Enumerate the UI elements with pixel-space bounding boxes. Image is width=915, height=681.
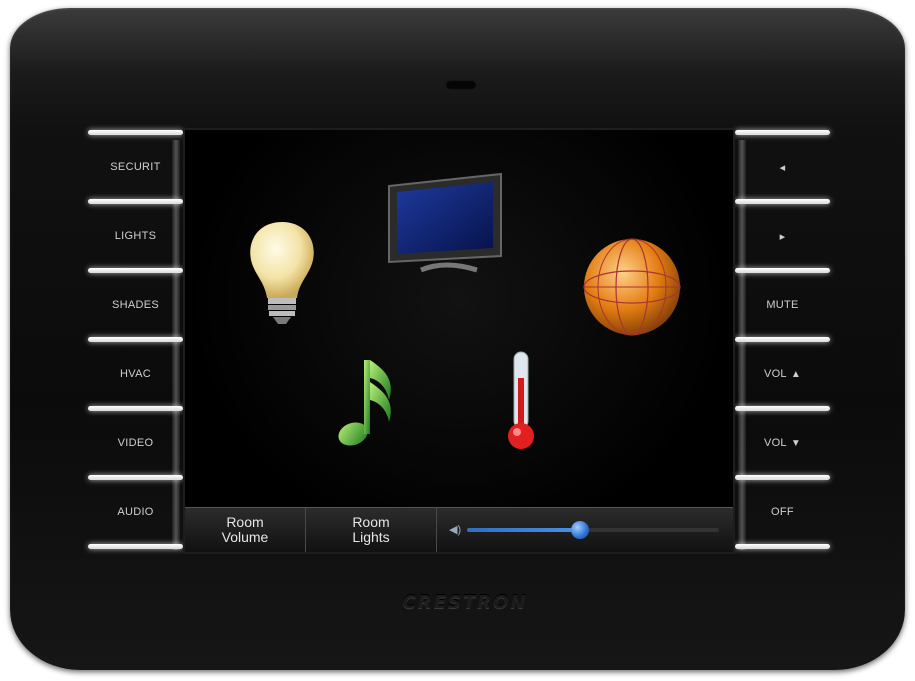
button-divider (88, 544, 183, 549)
room-lights-line2: Lights (352, 529, 390, 545)
bezel-sheen (10, 8, 905, 128)
next-button[interactable]: ▸ (735, 204, 830, 268)
volume-track[interactable] (467, 521, 719, 539)
off-label: OFF (771, 506, 794, 518)
volume-down-label: VOL (763, 437, 787, 449)
room-volume-button[interactable]: Room Volume (185, 508, 306, 552)
lights-button[interactable]: LIGHTS (88, 204, 183, 268)
speaker-icon: ◀) (449, 524, 462, 536)
video-label: VIDEO (117, 437, 154, 449)
room-volume-line2: Volume (221, 529, 269, 545)
volume-down-button[interactable]: VOL ▼ (735, 411, 830, 475)
volume-fill (467, 528, 581, 532)
globe-icon[interactable] (580, 235, 684, 339)
hvac-button[interactable]: HVAC (88, 342, 183, 406)
tv-icon[interactable] (385, 170, 505, 280)
audio-label: AUDIO (117, 506, 154, 518)
mute-button[interactable]: MUTE (735, 273, 830, 337)
touch-screen: Room Volume Room Lights ◀) (183, 128, 735, 554)
caret-right-icon: ▸ (779, 230, 786, 243)
off-button[interactable]: OFF (735, 480, 830, 544)
ir-sensor (445, 80, 477, 90)
brand-logo: CRESTRON (402, 592, 528, 613)
music-note-icon[interactable] (335, 352, 405, 452)
lightbulb-icon[interactable] (243, 218, 321, 338)
button-divider (735, 544, 830, 549)
hvac-label: HVAC (120, 368, 151, 380)
shades-button[interactable]: SHADES (88, 273, 183, 337)
volume-up-button[interactable]: VOL ▲ (735, 342, 830, 406)
volume-knob[interactable] (571, 521, 590, 539)
screen-bottom-bar: Room Volume Room Lights ◀) (185, 507, 733, 552)
security-button[interactable]: SECURIT (88, 135, 183, 199)
volume-slider[interactable]: ◀) (437, 508, 733, 552)
security-label: SECURIT (110, 161, 161, 173)
previous-button[interactable]: ◂ (735, 135, 830, 199)
room-lights-button[interactable]: Room Lights (306, 508, 437, 552)
volume-up-label: VOL (763, 368, 787, 380)
lights-label: LIGHTS (114, 230, 157, 242)
right-button-column: ◂ ▸ MUTE VOL ▲ VOL ▼ OFF (735, 130, 830, 549)
caret-left-icon: ◂ (779, 161, 786, 174)
shades-label: SHADES (111, 299, 160, 311)
video-button[interactable]: VIDEO (88, 411, 183, 475)
thermometer-icon[interactable] (501, 348, 541, 454)
audio-button[interactable]: AUDIO (88, 480, 183, 544)
mute-label: MUTE (766, 299, 799, 311)
arrow-up-icon: ▲ (790, 368, 802, 380)
left-button-column: SECURIT LIGHTS SHADES HVAC VIDEO AUDIO (88, 130, 183, 549)
room-volume-line1: Room (226, 514, 264, 530)
room-lights-line1: Room (352, 514, 390, 530)
arrow-down-icon: ▼ (790, 437, 802, 449)
